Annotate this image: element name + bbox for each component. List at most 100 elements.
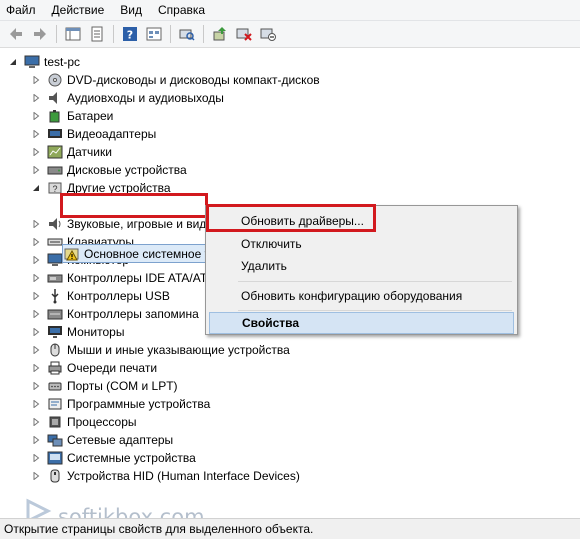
tree-item[interactable]: Контроллеры запомина [31, 305, 199, 323]
tree-item[interactable]: Датчики [31, 143, 112, 161]
forward-arrow-icon[interactable] [31, 25, 49, 43]
toolbar-separator [170, 25, 171, 43]
expanded-arrow-icon[interactable] [31, 183, 41, 193]
mouse-icon [47, 342, 63, 358]
status-bar: Открытие страницы свойств для выделенног… [0, 518, 580, 539]
collapsed-arrow-icon[interactable] [31, 363, 41, 373]
collapsed-arrow-icon[interactable] [31, 111, 41, 121]
menu-bar: Файл Действие Вид Справка [0, 0, 580, 21]
tree-item[interactable]: Контроллеры IDE ATA/AT [31, 269, 207, 287]
tree-item[interactable]: Видеоадаптеры [31, 125, 156, 143]
collapsed-arrow-icon[interactable] [31, 75, 41, 85]
menu-item-properties[interactable]: Свойства [209, 312, 514, 334]
update-driver-icon[interactable] [211, 25, 229, 43]
tree-item[interactable]: Мониторы [31, 323, 124, 341]
tree-root-label: test-pc [44, 55, 81, 69]
tree-item-label: Программные устройства [67, 397, 211, 411]
sensor-icon [47, 144, 63, 160]
tree-item-label: Видеоадаптеры [67, 127, 157, 141]
dvd-icon [47, 72, 63, 88]
menu-action[interactable]: Действие [52, 3, 105, 17]
menu-separator [238, 281, 512, 282]
collapsed-arrow-icon[interactable] [31, 453, 41, 463]
back-arrow-icon[interactable] [7, 25, 25, 43]
collapsed-arrow-icon[interactable] [31, 327, 41, 337]
tree-item-label: Процессоры [67, 415, 137, 429]
tree-item-label: Аудиовходы и аудиовыходы [67, 91, 224, 105]
tree-item[interactable]: Очереди печати [31, 359, 157, 377]
display-adapter-icon [47, 126, 63, 142]
collapsed-arrow-icon[interactable] [31, 255, 41, 265]
hid-icon [47, 468, 63, 484]
tree-item[interactable]: Батареи [31, 107, 113, 125]
menu-view[interactable]: Вид [120, 3, 142, 17]
collapsed-arrow-icon[interactable] [31, 471, 41, 481]
collapsed-arrow-icon[interactable] [31, 219, 41, 229]
collapsed-arrow-icon[interactable] [31, 399, 41, 409]
collapsed-arrow-icon[interactable] [31, 381, 41, 391]
warning-device-icon [64, 246, 80, 262]
menu-item-scan-hardware[interactable]: Обновить конфигурацию оборудования [209, 285, 514, 307]
tree-item[interactable]: Программные устройства [31, 395, 210, 413]
collapsed-arrow-icon[interactable] [31, 165, 41, 175]
system-device-icon [47, 450, 63, 466]
tree-item[interactable]: Аудиовходы и аудиовыходы [31, 89, 224, 107]
tree-item[interactable]: DVD-дисководы и дисководы компакт-дисков [31, 71, 320, 89]
uninstall-device-icon[interactable] [235, 25, 253, 43]
tree-item[interactable]: Контроллеры USB [31, 287, 170, 305]
collapsed-arrow-icon[interactable] [31, 273, 41, 283]
console-tree-icon[interactable] [64, 25, 82, 43]
usb-icon [47, 288, 63, 304]
tree-item[interactable]: Системные устройства [31, 449, 196, 467]
collapsed-arrow-icon[interactable] [31, 93, 41, 103]
tree-item[interactable]: Мыши и иные указывающие устройства [31, 341, 290, 359]
software-device-icon [47, 396, 63, 412]
collapsed-arrow-icon[interactable] [31, 417, 41, 427]
tree-root[interactable]: test-pc [8, 53, 80, 71]
menu-item-delete[interactable]: Удалить [209, 255, 514, 277]
toolbar-separator [113, 25, 114, 43]
highlight-frame-device [60, 193, 208, 218]
tree-item[interactable]: Дисковые устройства [31, 161, 187, 179]
monitor-icon [47, 324, 63, 340]
menu-file[interactable]: Файл [6, 3, 36, 17]
view-icon[interactable] [145, 25, 163, 43]
battery-icon [47, 108, 63, 124]
menu-separator [238, 310, 512, 311]
svg-text:?: ? [52, 184, 57, 194]
help-icon[interactable]: ? [121, 25, 139, 43]
collapsed-arrow-icon[interactable] [31, 291, 41, 301]
tree-item-label: Сетевые адаптеры [67, 433, 174, 447]
disk-drive-icon [47, 162, 63, 178]
tree-item[interactable]: Процессоры [31, 413, 137, 431]
expanded-arrow-icon[interactable] [8, 57, 18, 67]
tree-item-label: Батареи [67, 109, 114, 123]
tree-item[interactable]: Порты (COM и LPT) [31, 377, 178, 395]
storage-controller-icon [47, 306, 63, 322]
menu-help[interactable]: Справка [158, 3, 205, 17]
tree-item-label: Мыши и иные указывающие устройства [67, 343, 290, 357]
scan-hardware-icon[interactable] [178, 25, 196, 43]
tree-item-label: Дисковые устройства [67, 163, 187, 177]
tree-item-label: Звуковые, игровые и виде [67, 217, 213, 231]
collapsed-arrow-icon[interactable] [31, 435, 41, 445]
properties-icon[interactable] [88, 25, 106, 43]
disable-device-icon[interactable] [259, 25, 277, 43]
tree-item[interactable]: Сетевые адаптеры [31, 431, 173, 449]
collapsed-arrow-icon[interactable] [31, 237, 41, 247]
processor-icon [47, 414, 63, 430]
network-icon [47, 432, 63, 448]
collapsed-arrow-icon[interactable] [31, 345, 41, 355]
collapsed-arrow-icon[interactable] [31, 147, 41, 157]
highlight-frame-update [206, 204, 376, 232]
tree-item-label: Очереди печати [67, 361, 158, 375]
port-icon [47, 378, 63, 394]
menu-item-disable[interactable]: Отключить [209, 233, 514, 255]
tree-item[interactable]: Устройства HID (Human Interface Devices) [31, 467, 300, 485]
tree-item-label: Контроллеры IDE ATA/AT [67, 271, 208, 285]
collapsed-arrow-icon[interactable] [31, 309, 41, 319]
toolbar: ? [0, 21, 580, 48]
speaker-icon [47, 90, 63, 106]
collapsed-arrow-icon[interactable] [31, 129, 41, 139]
computer-icon [24, 54, 40, 70]
